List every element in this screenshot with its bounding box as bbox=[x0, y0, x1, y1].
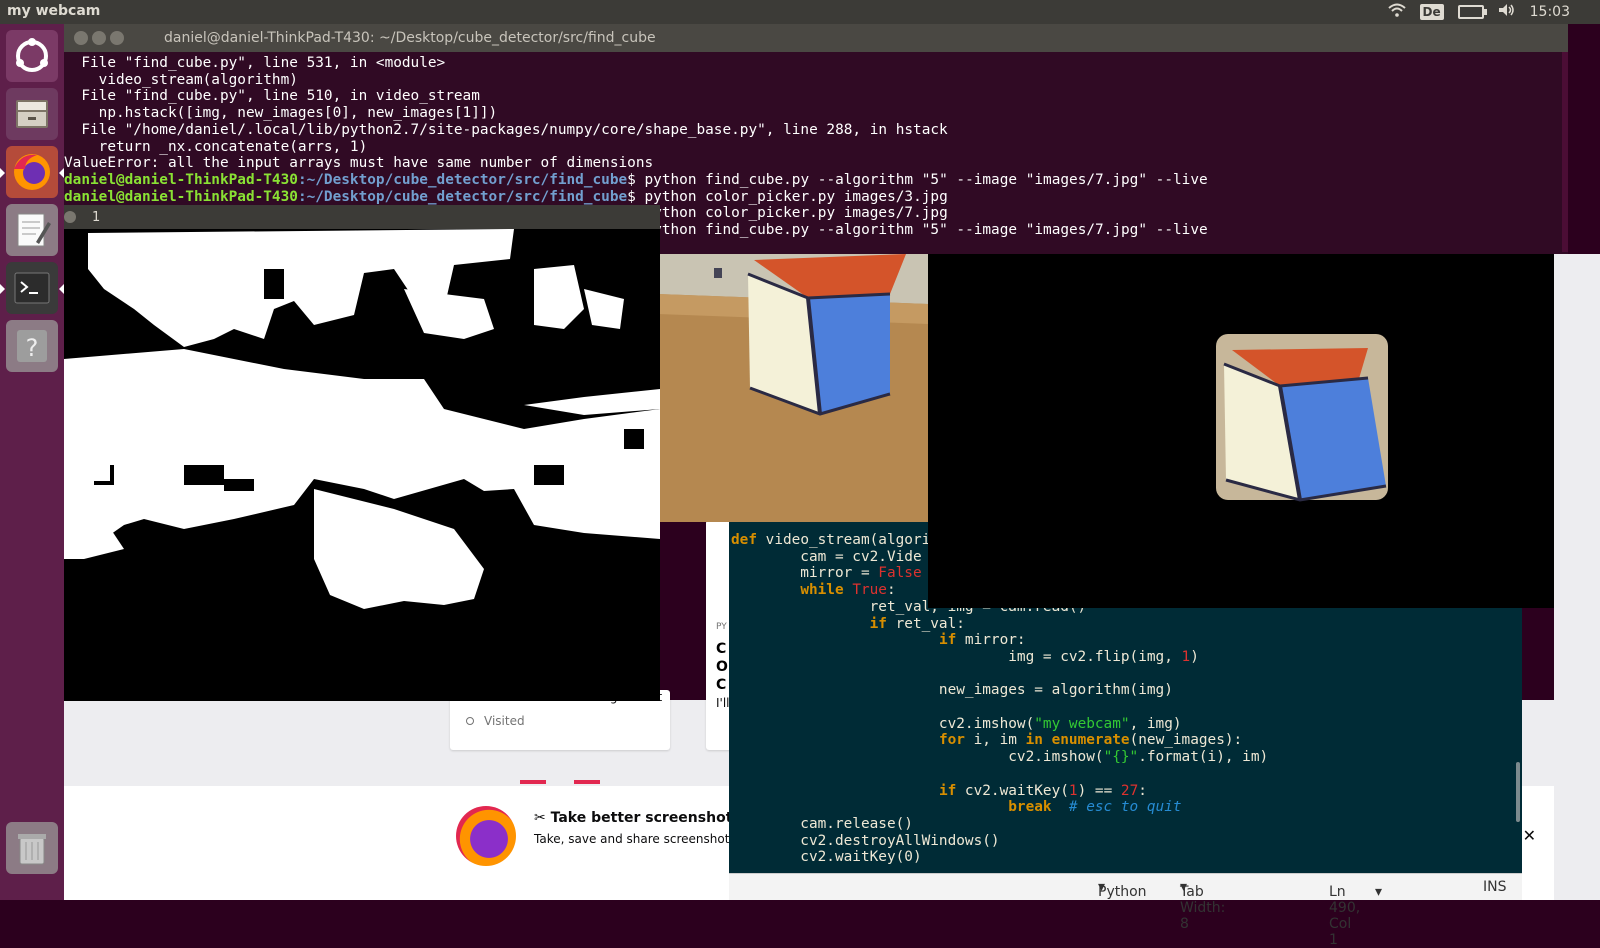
wifi-icon[interactable] bbox=[1387, 3, 1406, 21]
terminal-title: daniel@daniel-ThinkPad-T430: ~/Desktop/c… bbox=[164, 30, 656, 46]
language-selector[interactable]: Python ▾ bbox=[1098, 879, 1147, 900]
highlight-bar bbox=[520, 780, 546, 784]
terminal-line: np.hstack([img, new_images[0], new_image… bbox=[64, 105, 498, 122]
card2-text: I'll bbox=[716, 696, 730, 710]
snippet-text: Take, save and share screenshots — bbox=[534, 832, 752, 846]
webcam-window[interactable] bbox=[658, 254, 928, 522]
terminal-prompt-line: daniel@daniel-ThinkPad-T430:~/Desktop/cu… bbox=[64, 171, 1208, 188]
terminal-line: return _nx.concatenate(arrs, 1) bbox=[64, 138, 368, 155]
launcher: ? bbox=[0, 24, 64, 900]
volume-icon[interactable] bbox=[1498, 3, 1516, 21]
firefox-icon[interactable] bbox=[0, 146, 64, 198]
binary-mask-image bbox=[64, 229, 660, 701]
editor-scrollbar[interactable] bbox=[1516, 762, 1520, 822]
card-visited-label: Visited bbox=[466, 714, 525, 728]
files-icon[interactable] bbox=[6, 88, 58, 140]
close-icon[interactable]: ✕ bbox=[1523, 826, 1536, 845]
highlight-bar bbox=[574, 780, 600, 784]
terminal-line: File "find_cube.py", line 531, in <modul… bbox=[64, 55, 446, 71]
top-panel: my webcam De 15:03 bbox=[0, 0, 1600, 24]
clock[interactable]: 15:03 bbox=[1530, 4, 1570, 20]
battery-icon[interactable] bbox=[1457, 5, 1487, 19]
mask-window-titlebar[interactable]: 1 bbox=[64, 205, 660, 229]
mask-window[interactable]: 1 bbox=[64, 205, 660, 701]
ubuntu-dash-icon[interactable] bbox=[6, 30, 58, 82]
terminal-scrollbar[interactable] bbox=[1562, 52, 1568, 252]
card2-label: PY bbox=[716, 622, 727, 632]
terminal-prompt-line: daniel@daniel-ThinkPad-T430:~/Desktop/cu… bbox=[64, 188, 948, 205]
trash-icon[interactable] bbox=[6, 822, 58, 874]
close-button[interactable] bbox=[74, 31, 88, 45]
terminal-titlebar[interactable]: daniel@daniel-ThinkPad-T430: ~/Desktop/c… bbox=[64, 24, 1568, 52]
card2-heading: COC bbox=[716, 641, 728, 693]
firefox-logo-icon bbox=[456, 806, 516, 866]
maximize-button[interactable] bbox=[110, 31, 124, 45]
insert-mode: INS bbox=[1483, 879, 1507, 895]
terminal-line: File "/home/daniel/.local/lib/python2.7/… bbox=[64, 121, 948, 138]
terminal-icon[interactable] bbox=[0, 262, 64, 314]
text-editor-icon[interactable] bbox=[6, 204, 58, 256]
mask-window-title: 1 bbox=[92, 209, 101, 225]
result-window[interactable] bbox=[928, 254, 1554, 608]
terminal-line: File "find_cube.py", line 510, in video_… bbox=[64, 88, 480, 105]
close-button[interactable] bbox=[64, 211, 76, 223]
terminal-line: video_stream(algorithm) bbox=[64, 71, 298, 88]
keyboard-layout-indicator[interactable]: De bbox=[1419, 4, 1444, 20]
editor-statusbar: Python ▾ Tab Width: 8 ▾ Ln 490, Col 1 ▾ … bbox=[729, 873, 1522, 948]
terminal-line: ValueError: all the input arrays must ha… bbox=[64, 155, 654, 172]
help-icon[interactable]: ? bbox=[6, 320, 58, 372]
cropped-cube-image bbox=[1216, 334, 1388, 502]
tab-width-selector[interactable]: Tab Width: 8 ▾ bbox=[1180, 879, 1225, 932]
snippet-heading: ✂ Take better screenshots. bbox=[534, 810, 747, 826]
webcam-image bbox=[658, 254, 928, 522]
minimize-button[interactable] bbox=[92, 31, 106, 45]
firefox-window-edge bbox=[1554, 254, 1600, 900]
active-window-title: my webcam bbox=[7, 3, 101, 19]
svg-text:?: ? bbox=[26, 334, 39, 362]
